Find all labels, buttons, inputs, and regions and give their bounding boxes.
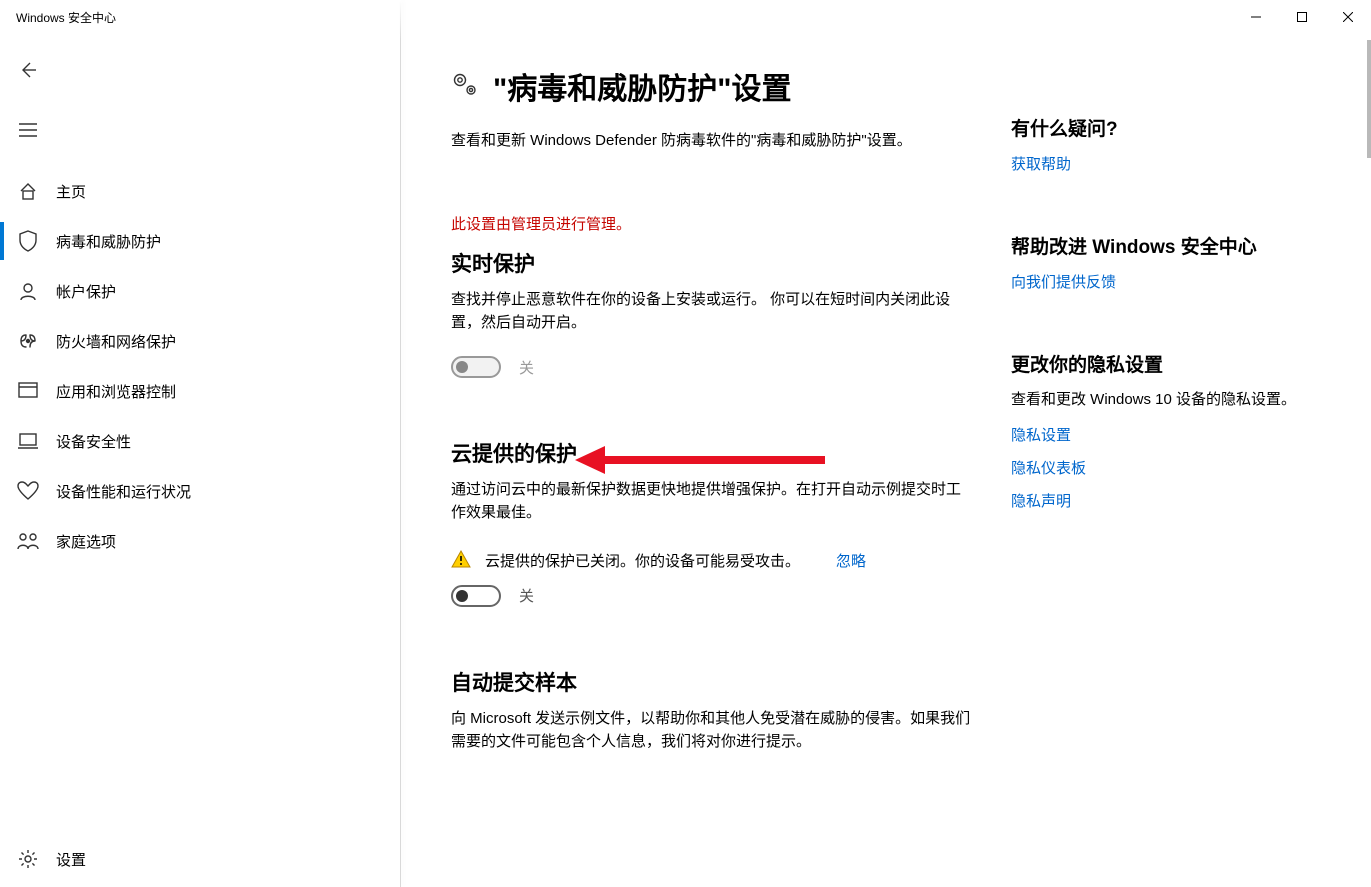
browser-icon: [0, 382, 56, 400]
side-feedback-heading: 帮助改进 Windows 安全中心: [1011, 232, 1331, 259]
close-button[interactable]: [1325, 0, 1371, 34]
scrollbar-thumb[interactable]: [1367, 40, 1371, 158]
gear-icon: [0, 849, 56, 869]
page-title: "病毒和威胁防护"设置: [493, 64, 791, 108]
privacy-dashboard-link[interactable]: 隐私仪表板: [1011, 457, 1331, 478]
sidebar-item-virus[interactable]: 病毒和威胁防护: [0, 216, 400, 266]
realtime-toggle-label: 关: [519, 357, 534, 378]
sidebar-item-family[interactable]: 家庭选项: [0, 516, 400, 566]
sidebar-item-label: 帐户保护: [56, 281, 116, 302]
section-heading-cloud: 云提供的保护: [451, 438, 971, 468]
home-icon: [0, 181, 56, 201]
cloud-toggle-label: 关: [519, 585, 534, 606]
side-privacy: 更改你的隐私设置 查看和更改 Windows 10 设备的隐私设置。 隐私设置 …: [1011, 350, 1331, 511]
sidebar: 主页 病毒和威胁防护 帐户保护 防火墙和网络保护 应用和浏览器控制 设备安全性: [0, 34, 400, 887]
minimize-button[interactable]: [1233, 0, 1279, 34]
sidebar-item-label: 应用和浏览器控制: [56, 381, 176, 402]
device-icon: [0, 433, 56, 449]
dismiss-link[interactable]: 忽略: [836, 550, 866, 571]
sidebar-item-label: 防火墙和网络保护: [56, 331, 176, 352]
realtime-toggle[interactable]: [451, 356, 501, 378]
side-privacy-heading: 更改你的隐私设置: [1011, 350, 1331, 377]
shield-icon: [0, 230, 56, 252]
sidebar-item-label: 设备性能和运行状况: [56, 481, 191, 502]
section-desc-realtime: 查找并停止恶意软件在你的设备上安装或运行。 你可以在短时间内关闭此设置，然后自动…: [451, 288, 971, 335]
family-icon: [0, 532, 56, 550]
maximize-button[interactable]: [1279, 0, 1325, 34]
sidebar-item-firewall[interactable]: 防火墙和网络保护: [0, 316, 400, 366]
sidebar-item-label: 家庭选项: [56, 531, 116, 552]
sidebar-item-device-security[interactable]: 设备安全性: [0, 416, 400, 466]
privacy-settings-link[interactable]: 隐私设置: [1011, 424, 1331, 445]
back-button[interactable]: [4, 46, 52, 94]
sidebar-item-home[interactable]: 主页: [0, 166, 400, 216]
warning-icon: [451, 549, 471, 573]
sidebar-item-label: 病毒和威胁防护: [56, 231, 161, 252]
window-controls: [1233, 0, 1371, 34]
section-desc-sample: 向 Microsoft 发送示例文件，以帮助你和其他人免受潜在威胁的侵害。如果我…: [451, 707, 971, 754]
admin-managed-notice: 此设置由管理员进行管理。: [451, 213, 971, 234]
cloud-warning-text: 云提供的保护已关闭。你的设备可能易受攻击。: [485, 550, 800, 571]
section-sample: 自动提交样本 向 Microsoft 发送示例文件，以帮助你和其他人免受潜在威胁…: [451, 667, 971, 754]
sidebar-item-app-browser[interactable]: 应用和浏览器控制: [0, 366, 400, 416]
settings-gears-icon: [451, 70, 479, 103]
sidebar-item-settings[interactable]: 设置: [0, 831, 400, 887]
sidebar-item-health[interactable]: 设备性能和运行状况: [0, 466, 400, 516]
section-realtime: 此设置由管理员进行管理。 实时保护 查找并停止恶意软件在你的设备上安装或运行。 …: [451, 213, 971, 379]
section-cloud: 云提供的保护 通过访问云中的最新保护数据更快地提供增强保护。在打开自动示例提交时…: [451, 438, 971, 607]
cloud-toggle[interactable]: [451, 585, 501, 607]
hamburger-button[interactable]: [4, 106, 52, 154]
window-title: Windows 安全中心: [16, 9, 116, 26]
firewall-icon: [0, 332, 56, 350]
account-icon: [0, 281, 56, 301]
section-desc-cloud: 通过访问云中的最新保护数据更快地提供增强保护。在打开自动示例提交时工作效果最佳。: [451, 478, 971, 525]
section-heading-realtime: 实时保护: [451, 248, 971, 278]
settings-label: 设置: [56, 849, 86, 870]
sidebar-item-label: 设备安全性: [56, 431, 131, 452]
health-icon: [0, 481, 56, 501]
side-feedback: 帮助改进 Windows 安全中心 向我们提供反馈: [1011, 232, 1331, 292]
sidebar-item-account[interactable]: 帐户保护: [0, 266, 400, 316]
side-help-heading: 有什么疑问?: [1011, 114, 1331, 141]
side-help: 有什么疑问? 获取帮助: [1011, 114, 1331, 174]
page-subtitle: 查看和更新 Windows Defender 防病毒软件的"病毒和威胁防护"设置…: [451, 130, 971, 153]
section-heading-sample: 自动提交样本: [451, 667, 971, 697]
get-help-link[interactable]: 获取帮助: [1011, 153, 1331, 174]
feedback-link[interactable]: 向我们提供反馈: [1011, 271, 1331, 292]
sidebar-item-label: 主页: [56, 181, 86, 202]
privacy-statement-link[interactable]: 隐私声明: [1011, 490, 1331, 511]
titlebar: Windows 安全中心: [0, 0, 1371, 34]
side-privacy-blurb: 查看和更改 Windows 10 设备的隐私设置。: [1011, 389, 1331, 412]
